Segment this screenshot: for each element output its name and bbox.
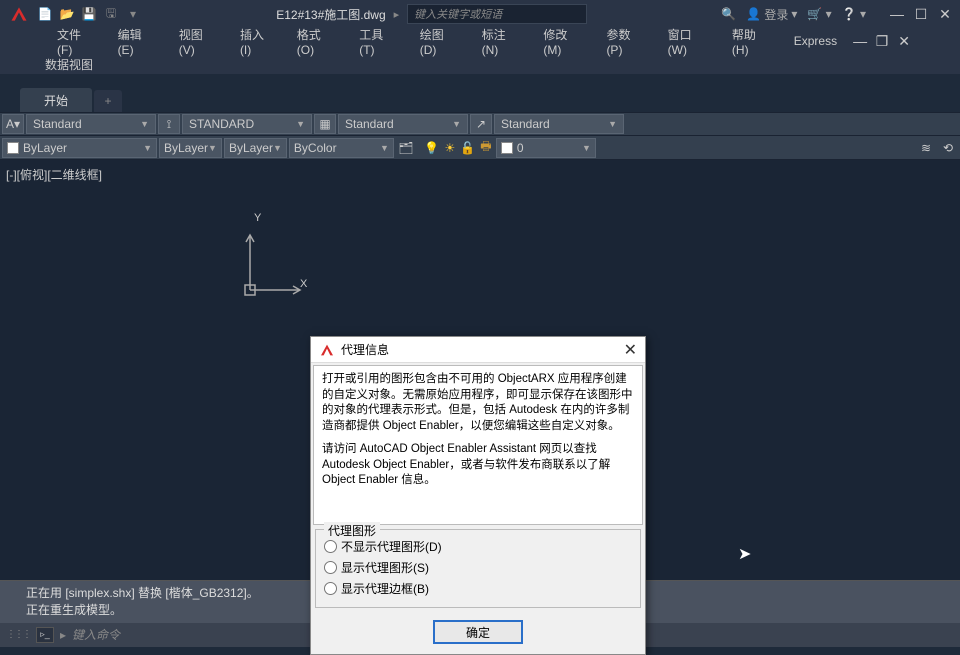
dialog-title: 代理信息 (341, 341, 389, 358)
style-toolbar: A▾ Standard▼ ⟟ STANDARD▼ ▦ Standard▼ ↗ S… (0, 112, 960, 136)
linetype-combo[interactable]: ByLayer▼ (159, 138, 222, 158)
close-button[interactable]: ✕ (934, 5, 956, 23)
proxy-info-dialog: 代理信息 ✕ 打开或引用的图形包含由不可用的 ObjectARX 应用程序创建的… (310, 336, 646, 655)
dimstyle-icon[interactable]: ⟟ (158, 114, 180, 134)
qat-dropdown-icon[interactable]: ▾ (124, 5, 142, 23)
grip-icon[interactable]: ⋮⋮⋮ (6, 629, 30, 640)
search-icon[interactable]: 🔍 (721, 7, 736, 21)
ucs-icon: Y X (240, 230, 310, 303)
radio-no-display[interactable]: 不显示代理图形(D) (324, 536, 632, 557)
radio-show-graphics[interactable]: 显示代理图形(S) (324, 557, 632, 578)
layer-manager-icon[interactable]: 🗂 (396, 138, 416, 158)
login-button[interactable]: 👤 登录 ▾ (746, 6, 797, 23)
lineweight-combo[interactable]: ByLayer▼ (224, 138, 287, 158)
tablestyle-combo[interactable]: Standard▼ (338, 114, 468, 134)
menu-format[interactable]: 格式(O) (285, 22, 347, 61)
help-icon[interactable]: ❔ ▾ (842, 7, 866, 21)
menu-tools[interactable]: 工具(T) (347, 22, 408, 61)
save-icon[interactable]: 💾 (80, 5, 98, 23)
doc-minimize-button[interactable]: — (849, 32, 871, 50)
quick-access-toolbar: 📄 📂 💾 🖫 ▾ (36, 5, 142, 23)
share-icon[interactable]: ▸ (394, 8, 400, 21)
drawing-canvas[interactable]: [-][俯视][二维线框] Y X ➤ 代理信息 ✕ 打开或引用的图形包含由不可… (0, 160, 960, 580)
menu-dimension[interactable]: 标注(N) (470, 22, 532, 61)
menu-edit[interactable]: 编辑(E) (106, 22, 167, 61)
menu-insert[interactable]: 插入(I) (228, 22, 285, 61)
menu-help[interactable]: 帮助(H) (720, 22, 782, 61)
layer-toolbar: ByLayer▼ ByLayer▼ ByLayer▼ ByColor▼ 🗂 💡 … (0, 136, 960, 160)
command-prompt-icon[interactable]: ▹_ (36, 627, 54, 643)
dimstyle-combo[interactable]: STANDARD▼ (182, 114, 312, 134)
textstyle-icon[interactable]: A▾ (2, 114, 24, 134)
mleaderstyle-icon[interactable]: ↗ (470, 114, 492, 134)
menu-window[interactable]: 窗口(W) (656, 22, 720, 61)
maximize-button[interactable]: ☐ (910, 5, 932, 23)
doc-restore-button[interactable]: ❐ (871, 32, 893, 50)
layer0-combo[interactable]: 0▼ (496, 138, 596, 158)
tab-start[interactable]: 开始 (20, 88, 92, 112)
layer-lock-icon[interactable]: 🔓 (460, 140, 476, 156)
filler (0, 74, 960, 86)
dialog-titlebar[interactable]: 代理信息 ✕ (311, 337, 645, 363)
radio-show-bbox[interactable]: 显示代理边框(B) (324, 578, 632, 599)
document-title: E12#13#施工图.dwg (276, 6, 385, 23)
minimize-button[interactable]: — (886, 5, 908, 23)
doc-close-button[interactable]: ✕ (893, 32, 915, 50)
menu-modify[interactable]: 修改(M) (531, 22, 594, 61)
titlebar-right: 🔍 👤 登录 ▾ 🛒 ▾ ❔ ▾ — ☐ ✕ (721, 5, 956, 23)
layer-plot-icon[interactable]: 🖶 (478, 140, 494, 156)
menubar: 文件(F) 编辑(E) 视图(V) 插入(I) 格式(O) 工具(T) 绘图(D… (0, 28, 960, 54)
layer-on-icon[interactable]: 💡 (424, 140, 440, 156)
dialog-message[interactable]: 打开或引用的图形包含由不可用的 ObjectARX 应用程序创建的自定义对象。无… (313, 365, 643, 525)
cart-icon[interactable]: 🛒 ▾ (807, 7, 831, 21)
ok-button[interactable]: 确定 (433, 620, 523, 644)
dialog-close-button[interactable]: ✕ (624, 340, 637, 360)
plotstyle-combo[interactable]: ByColor▼ (289, 138, 394, 158)
cursor-icon: ➤ (738, 544, 751, 564)
menu-draw[interactable]: 绘图(D) (408, 22, 470, 61)
saveas-icon[interactable]: 🖫 (102, 5, 120, 23)
mleaderstyle-combo[interactable]: Standard▼ (494, 114, 624, 134)
layer-freeze-icon[interactable]: ☀ (442, 140, 458, 156)
file-tabbar: 开始 + (0, 86, 960, 112)
tablestyle-icon[interactable]: ▦ (314, 114, 336, 134)
open-icon[interactable]: 📂 (58, 5, 76, 23)
menu-parametric[interactable]: 参数(P) (594, 22, 655, 61)
app-logo (4, 0, 34, 28)
layer-prev-icon[interactable]: ⟲ (938, 138, 958, 158)
command-chevron-icon: ▸ (60, 628, 66, 642)
tab-add-button[interactable]: + (94, 90, 122, 112)
dialog-logo-icon (319, 342, 335, 358)
view-label[interactable]: [-][俯视][二维线框] (6, 166, 102, 183)
proxy-graphics-group: 代理图形 不显示代理图形(D) 显示代理图形(S) 显示代理边框(B) (315, 529, 641, 608)
textstyle-combo[interactable]: Standard▼ (26, 114, 156, 134)
menu-view[interactable]: 视图(V) (167, 22, 228, 61)
menu-express[interactable]: Express (782, 30, 849, 52)
layer-color-combo[interactable]: ByLayer▼ (2, 138, 157, 158)
layer-match-icon[interactable]: ≋ (916, 138, 936, 158)
new-icon[interactable]: 📄 (36, 5, 54, 23)
